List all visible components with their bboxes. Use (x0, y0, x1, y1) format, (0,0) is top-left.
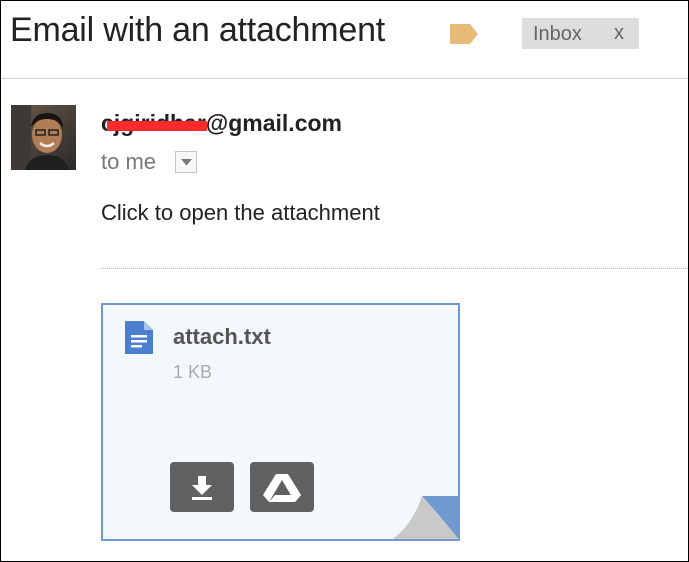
attachment-divider (101, 268, 689, 269)
show-details-button[interactable] (175, 151, 197, 173)
google-drive-icon (263, 474, 301, 502)
attachment-card[interactable]: attach.txt 1 KB (101, 303, 460, 541)
sender-avatar[interactable] (11, 105, 76, 170)
inbox-label: Inbox (533, 23, 582, 45)
remove-label-button[interactable]: x (614, 22, 624, 45)
inbox-label-chip: Inbox x (522, 18, 639, 49)
email-view: Email with an attachment Inbox x cjgirid… (0, 0, 689, 562)
attachment-name: attach.txt (173, 324, 271, 349)
save-to-drive-button[interactable] (250, 462, 314, 512)
header-divider (1, 78, 688, 79)
chevron-down-icon (181, 159, 192, 166)
email-body: Click to open the attachment (101, 200, 380, 225)
download-button[interactable] (170, 462, 234, 512)
attachment-size: 1 KB (173, 362, 213, 382)
text-document-icon (125, 321, 153, 354)
label-tag-icon[interactable] (450, 24, 478, 44)
recipient-line: to me (101, 149, 157, 174)
redaction-mark (107, 121, 207, 131)
download-icon (192, 476, 212, 500)
page-curl-corner (390, 496, 458, 539)
email-subject: Email with an attachment (10, 11, 386, 49)
